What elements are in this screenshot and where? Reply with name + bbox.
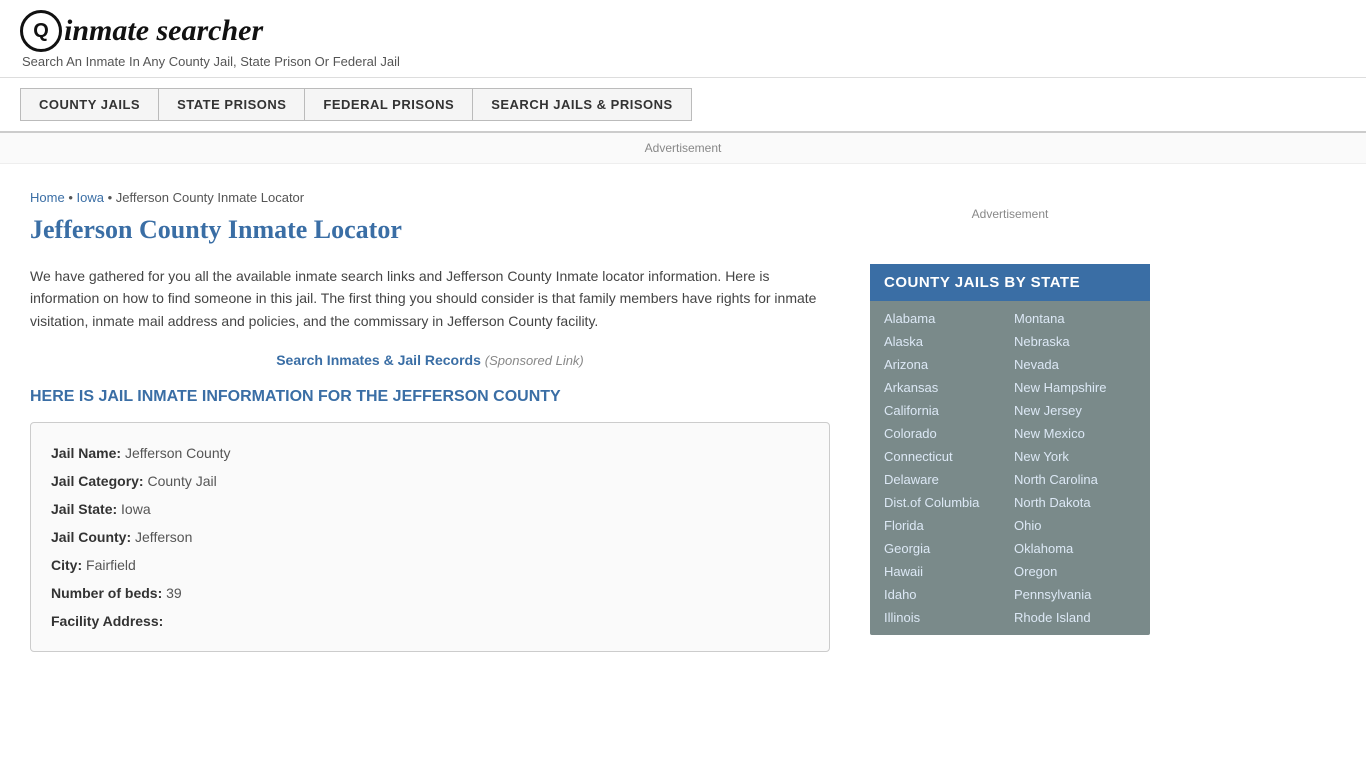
jail-beds-label: Number of beds: [51,585,162,601]
sidebar: Advertisement COUNTY JAILS BY STATE Alab… [860,164,1160,682]
state-link[interactable]: North Carolina [1010,468,1140,491]
page-title: Jefferson County Inmate Locator [30,215,830,251]
state-link[interactable]: Hawaii [880,560,1010,583]
county-jails-nav[interactable]: COUNTY JAILS [20,88,159,121]
jail-name-label: Jail Name: [51,445,121,461]
jail-city-value: Fairfield [86,557,136,573]
states-col2: MontanaNebraskaNevadaNew HampshireNew Je… [1010,307,1140,629]
state-link[interactable]: New Hampshire [1010,376,1140,399]
jail-county-value: Jefferson [135,529,192,545]
state-link[interactable]: Connecticut [880,445,1010,468]
header: Q inmate searcher Search An Inmate In An… [0,0,1366,78]
state-link[interactable]: Arizona [880,353,1010,376]
breadcrumb-current: Jefferson County Inmate Locator [116,190,304,205]
jail-city-row: City: Fairfield [51,551,809,579]
jail-state-value: Iowa [121,501,151,517]
ad-bar: Advertisement [0,133,1366,164]
jail-county-label: Jail County: [51,529,131,545]
state-link[interactable]: Idaho [880,583,1010,606]
logo-circle-icon: Q [20,10,62,52]
state-link[interactable]: Nevada [1010,353,1140,376]
main-wrapper: Home • Iowa • Jefferson County Inmate Lo… [0,164,1366,682]
jail-name-value: Jefferson County [125,445,231,461]
jail-category-label: Jail Category: [51,473,144,489]
state-link[interactable]: California [880,399,1010,422]
state-link[interactable]: Oklahoma [1010,537,1140,560]
jail-category-value: County Jail [147,473,216,489]
logo-brand-text: inmate searcher [64,14,263,48]
state-prisons-nav[interactable]: STATE PRISONS [159,88,305,121]
state-link[interactable]: Georgia [880,537,1010,560]
state-link[interactable]: Pennsylvania [1010,583,1140,606]
ad-label: Advertisement [645,141,722,155]
state-link[interactable]: Oregon [1010,560,1140,583]
jail-beds-value: 39 [166,585,182,601]
state-link[interactable]: Colorado [880,422,1010,445]
jail-address-row: Facility Address: [51,607,809,635]
breadcrumb-state[interactable]: Iowa [76,190,103,205]
nav: COUNTY JAILS STATE PRISONS FEDERAL PRISO… [0,78,1366,133]
state-link[interactable]: Arkansas [880,376,1010,399]
jail-category-row: Jail Category: County Jail [51,467,809,495]
state-link[interactable]: Montana [1010,307,1140,330]
sidebar-ad-label: Advertisement [972,207,1049,221]
state-link[interactable]: Nebraska [1010,330,1140,353]
state-link[interactable]: Delaware [880,468,1010,491]
sponsored-note: (Sponsored Link) [485,353,584,368]
sponsored-link: Search Inmates & Jail Records (Sponsored… [30,352,830,368]
state-link[interactable]: Dist.of Columbia [880,491,1010,514]
federal-prisons-nav[interactable]: FEDERAL PRISONS [305,88,473,121]
state-link[interactable]: New Mexico [1010,422,1140,445]
jail-city-label: City: [51,557,82,573]
jail-state-label: Jail State: [51,501,117,517]
jail-county-row: Jail County: Jefferson [51,523,809,551]
logo-area: Q inmate searcher [20,10,1346,52]
breadcrumb: Home • Iowa • Jefferson County Inmate Lo… [30,190,830,205]
state-link[interactable]: Illinois [880,606,1010,629]
sponsored-link-anchor[interactable]: Search Inmates & Jail Records [276,352,481,368]
tagline: Search An Inmate In Any County Jail, Sta… [20,54,1346,69]
jail-state-row: Jail State: Iowa [51,495,809,523]
state-link[interactable]: Alabama [880,307,1010,330]
state-list: AlabamaAlaskaArizonaArkansasCaliforniaCo… [870,301,1150,635]
info-box: Jail Name: Jefferson County Jail Categor… [30,422,830,652]
section-header: HERE IS JAIL INMATE INFORMATION FOR THE … [30,388,830,406]
state-link[interactable]: Florida [880,514,1010,537]
county-jails-title: COUNTY JAILS BY STATE [870,264,1150,301]
breadcrumb-sep2: • [108,190,116,205]
sidebar-ad: Advertisement [870,174,1150,254]
state-link[interactable]: Rhode Island [1010,606,1140,629]
description: We have gathered for you all the availab… [30,265,830,332]
breadcrumb-home[interactable]: Home [30,190,65,205]
state-link[interactable]: New Jersey [1010,399,1140,422]
search-jails-nav[interactable]: SEARCH JAILS & PRISONS [473,88,691,121]
jail-beds-row: Number of beds: 39 [51,579,809,607]
jail-address-label: Facility Address: [51,613,163,629]
state-link[interactable]: North Dakota [1010,491,1140,514]
state-link[interactable]: New York [1010,445,1140,468]
county-jails-box: COUNTY JAILS BY STATE AlabamaAlaskaArizo… [870,264,1150,635]
state-link[interactable]: Ohio [1010,514,1140,537]
jail-name-row: Jail Name: Jefferson County [51,439,809,467]
content: Home • Iowa • Jefferson County Inmate Lo… [0,164,860,682]
state-link[interactable]: Alaska [880,330,1010,353]
states-col1: AlabamaAlaskaArizonaArkansasCaliforniaCo… [880,307,1010,629]
